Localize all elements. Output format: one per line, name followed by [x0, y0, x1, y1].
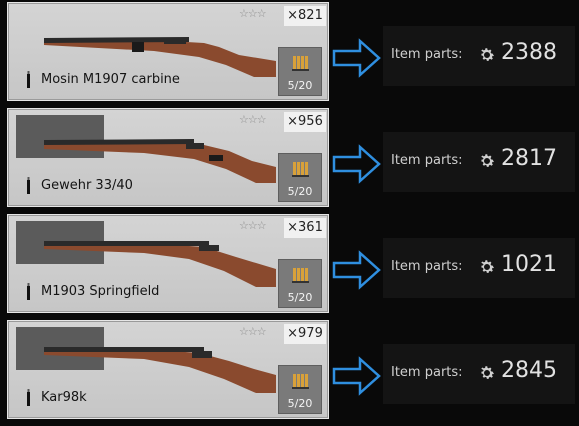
item-parts-value: 2817	[501, 146, 557, 171]
count-badge: ×979	[284, 324, 326, 344]
item-parts-panel: Item parts: 2817	[383, 132, 575, 192]
weapon-name: Mosin M1907 carbine	[41, 72, 180, 87]
item-parts-label: Item parts:	[391, 365, 463, 380]
item-parts-label: Item parts:	[391, 47, 463, 62]
arrow-right-icon	[332, 356, 381, 396]
arrow-right-icon	[332, 250, 381, 290]
weapon-card[interactable]: ☆☆☆ ×821 5/20 Mosin M1907 carbine	[7, 2, 329, 101]
rifle-image	[44, 37, 276, 77]
gear-icon	[481, 366, 495, 379]
ammo-box: 5/20	[278, 47, 322, 96]
item-parts-value: 2388	[501, 40, 557, 65]
ammo-count: 5/20	[287, 79, 313, 92]
bullet-icon	[27, 283, 30, 300]
arrow-right-icon	[332, 144, 381, 184]
item-parts-panel: Item parts: 2388	[383, 26, 575, 86]
bullet-icon	[27, 71, 30, 88]
rifle-image	[44, 241, 276, 287]
weapon-name: Kar98k	[41, 390, 87, 405]
count-badge: ×821	[284, 6, 326, 26]
cartridges-icon	[292, 268, 309, 283]
item-parts-panel: Item parts: 1021	[383, 238, 575, 298]
rarity-stars: ☆☆☆	[239, 113, 267, 126]
weapon-name: M1903 Springfield	[41, 284, 160, 299]
item-parts-value: 1021	[501, 252, 557, 277]
ammo-count: 5/20	[287, 185, 313, 198]
weapon-card[interactable]: ☆☆☆ ×361 5/20 M1903 Springfield	[7, 214, 329, 313]
count-badge: ×361	[284, 218, 326, 238]
ammo-count: 5/20	[287, 397, 313, 410]
cartridges-icon	[292, 374, 309, 389]
rarity-stars: ☆☆☆	[239, 219, 267, 232]
gear-icon	[481, 154, 495, 167]
gear-icon	[481, 260, 495, 273]
weapon-row: ☆☆☆ ×979 5/20 Kar98k Item parts: 2845	[0, 318, 579, 422]
weapon-card[interactable]: ☆☆☆ ×979 5/20 Kar98k	[7, 320, 329, 419]
rifle-image	[44, 139, 276, 183]
weapon-row: ☆☆☆ ×956 5/20 Gewehr 33/40 Item parts: 2…	[0, 106, 579, 210]
gear-icon	[481, 48, 495, 61]
bullet-icon	[27, 177, 30, 194]
rarity-stars: ☆☆☆	[239, 325, 267, 338]
ammo-box: 5/20	[278, 365, 322, 414]
cartridges-icon	[292, 162, 309, 177]
weapon-row: ☆☆☆ ×361 5/20 M1903 Springfield Item par…	[0, 212, 579, 316]
arrow-right-icon	[332, 38, 381, 78]
ammo-box: 5/20	[278, 259, 322, 308]
count-badge: ×956	[284, 112, 326, 132]
weapon-name: Gewehr 33/40	[41, 178, 133, 193]
item-parts-value: 2845	[501, 358, 557, 383]
item-parts-label: Item parts:	[391, 259, 463, 274]
cartridges-icon	[292, 56, 309, 71]
weapon-card[interactable]: ☆☆☆ ×956 5/20 Gewehr 33/40	[7, 108, 329, 207]
rifle-image	[44, 347, 276, 393]
rarity-stars: ☆☆☆	[239, 7, 267, 20]
bullet-icon	[27, 389, 30, 406]
ammo-count: 5/20	[287, 291, 313, 304]
item-parts-label: Item parts:	[391, 153, 463, 168]
item-parts-panel: Item parts: 2845	[383, 344, 575, 404]
ammo-box: 5/20	[278, 153, 322, 202]
weapon-row: ☆☆☆ ×821 5/20 Mosin M1907 carbine Item p…	[0, 0, 579, 104]
